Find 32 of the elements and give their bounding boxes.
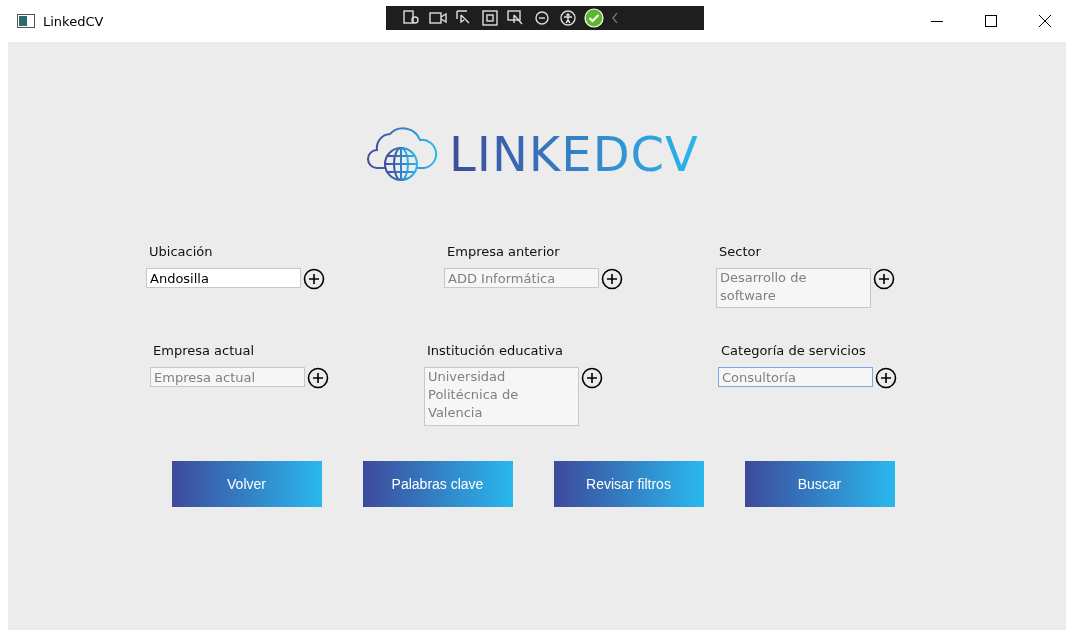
field-label: Categoría de servicios bbox=[721, 343, 867, 358]
window-title: LinkedCV bbox=[43, 13, 104, 29]
input-field[interactable]: ADD Informática bbox=[444, 268, 599, 288]
action-button[interactable]: Volver bbox=[171, 461, 322, 507]
field-label: Institución educativa bbox=[427, 343, 564, 358]
cloud-globe-icon bbox=[365, 124, 440, 184]
check-icon[interactable] bbox=[584, 8, 604, 28]
accessibility-icon[interactable] bbox=[558, 9, 578, 27]
input-field[interactable]: Desarrollo de software bbox=[716, 268, 871, 308]
action-button[interactable]: Revisar filtros bbox=[553, 461, 704, 507]
field-label: Ubicación bbox=[149, 244, 214, 259]
input-field[interactable]: Universidad Politécnica de Valencia bbox=[424, 367, 579, 426]
add-icon[interactable] bbox=[601, 268, 623, 290]
field-label: Sector bbox=[719, 244, 762, 259]
input-field[interactable]: Empresa actual bbox=[150, 367, 305, 387]
input-field[interactable]: Consultoría bbox=[718, 367, 873, 387]
add-icon[interactable] bbox=[875, 367, 897, 389]
input-field[interactable]: Andosilla bbox=[146, 268, 301, 288]
camera-icon[interactable] bbox=[428, 9, 448, 27]
field-label: Empresa actual bbox=[153, 343, 256, 358]
add-icon[interactable] bbox=[303, 268, 325, 290]
close-icon[interactable] bbox=[1038, 14, 1052, 28]
app-icon bbox=[17, 14, 35, 28]
collapse-icon[interactable] bbox=[610, 11, 620, 25]
field-label: Empresa anterior bbox=[447, 244, 561, 259]
add-icon[interactable] bbox=[307, 367, 329, 389]
frame-icon[interactable] bbox=[480, 9, 500, 27]
add-icon[interactable] bbox=[581, 367, 603, 389]
action-button[interactable]: Palabras clave bbox=[362, 461, 513, 507]
maximize-icon[interactable] bbox=[984, 14, 998, 28]
add-icon[interactable] bbox=[873, 268, 895, 290]
action-button[interactable]: Buscar bbox=[744, 461, 895, 507]
